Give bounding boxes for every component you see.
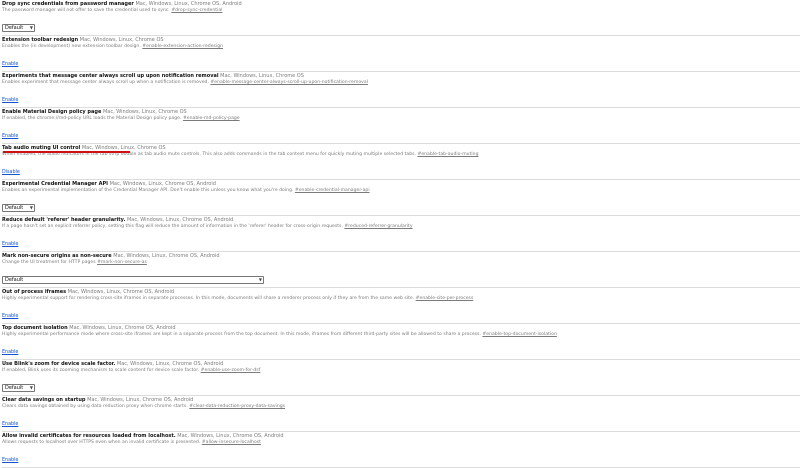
flag-platforms: Mac, Windows, Linux, Chrome OS, Android bbox=[177, 433, 284, 439]
flag-tab-audio-muting: Tab audio muting UI control Mac, Windows… bbox=[2, 144, 800, 180]
flag-platforms: Mac, Windows, Linux, Chrome OS, Android bbox=[109, 181, 216, 187]
flag-extension-action-redesign: Extension toolbar redesign Mac, Windows,… bbox=[2, 36, 800, 72]
flag-description: If enabled, the chrome://md-policy URL l… bbox=[2, 116, 182, 121]
flag-state-select[interactable]: Default ▼ bbox=[2, 276, 264, 284]
flag-title: Clear data savings on startup bbox=[2, 397, 86, 403]
enable-link[interactable]: Enable bbox=[2, 242, 18, 248]
flag-drop-sync-credential: Drop sync credentials from password mana… bbox=[2, 0, 800, 36]
flag-clear-data-savings: Clear data savings on startup Mac, Windo… bbox=[2, 396, 800, 432]
chevron-down-icon: ▼ bbox=[29, 25, 33, 30]
flag-site-per-process: Out of process iframes Mac, Windows, Lin… bbox=[2, 288, 800, 324]
flag-top-document-isolation: Top document isolation Mac, Windows, Lin… bbox=[2, 324, 800, 360]
flag-state-select[interactable]: Default ▼ bbox=[2, 204, 35, 212]
flag-message-center-scroll: Experiments that message center always s… bbox=[2, 72, 800, 108]
flag-tag-link[interactable]: #enable-message-center-always-scroll-up-… bbox=[210, 80, 368, 85]
highlight-underline bbox=[3, 151, 130, 153]
flag-state-select[interactable]: Default ▼ bbox=[2, 24, 35, 32]
flag-tag-link[interactable]: #enable-extension-action-redesign bbox=[142, 44, 223, 49]
flag-description: Highly experimental performance mode whe… bbox=[2, 332, 481, 337]
flag-tag-link[interactable]: #enable-credential-manager-api bbox=[295, 188, 370, 193]
flag-platforms: Mac, Windows, Linux, Chrome OS bbox=[79, 37, 164, 43]
enable-link[interactable]: Enable bbox=[2, 458, 18, 464]
flag-title: Enable Material Design policy page bbox=[2, 109, 102, 115]
flag-tag-link[interactable]: #allow-insecure-localhost bbox=[202, 440, 261, 445]
select-value: Default bbox=[5, 205, 24, 211]
flag-reduced-referrer: Reduce default 'referer' header granular… bbox=[2, 216, 800, 252]
enable-link[interactable]: Enable bbox=[2, 350, 18, 356]
flag-zoom-for-dsf: Use Blink's zoom for device scale factor… bbox=[2, 360, 800, 396]
flag-tag-link[interactable]: #enable-use-zoom-for-dsf bbox=[201, 368, 261, 373]
flag-platforms: Mac, Windows, Linux, Chrome OS bbox=[220, 73, 304, 79]
flag-title: Mark non-secure origins as non-secure bbox=[2, 253, 112, 259]
flag-title: Experiments that message center always s… bbox=[2, 73, 219, 79]
flag-tag-link[interactable]: #drop-sync-credential bbox=[171, 8, 222, 13]
flag-description: Enables an experimental implementation o… bbox=[2, 188, 294, 193]
flag-platforms: Mac, Windows, Linux, Chrome OS, Android bbox=[126, 217, 234, 223]
enable-link[interactable]: Enable bbox=[2, 134, 18, 140]
flag-description: If a page hasn't set an explicit referre… bbox=[2, 224, 343, 229]
flag-title: Extension toolbar redesign bbox=[2, 37, 79, 43]
select-value: Default bbox=[5, 25, 24, 31]
enable-link[interactable]: Enable bbox=[2, 62, 18, 68]
enable-link[interactable]: Enable bbox=[2, 422, 18, 428]
flag-description: Enables the (in development) new extensi… bbox=[2, 44, 141, 49]
enable-link[interactable]: Enable bbox=[2, 314, 18, 320]
chevron-down-icon: ▼ bbox=[29, 385, 33, 390]
flag-tag-link[interactable]: #reduced-referrer-granularity bbox=[344, 224, 412, 229]
chevron-down-icon: ▼ bbox=[29, 205, 33, 210]
flag-title: Use Blink's zoom for device scale factor… bbox=[2, 361, 116, 367]
flag-title: Reduce default 'referer' header granular… bbox=[2, 217, 126, 223]
disable-link[interactable]: Disable bbox=[2, 170, 20, 176]
flag-platforms: Mac, Windows, Linux, Chrome OS, Android bbox=[87, 397, 194, 403]
select-value: Default bbox=[5, 277, 24, 283]
flag-allow-insecure-localhost: Allow invalid certificates for resources… bbox=[2, 432, 800, 468]
flag-description: The password manager will not offer to s… bbox=[2, 8, 170, 13]
chevron-down-icon: ▼ bbox=[258, 277, 262, 282]
select-value: Default bbox=[5, 385, 24, 391]
flag-title: Top document isolation bbox=[2, 325, 68, 331]
flag-platforms: Mac, Windows, Linux, Chrome OS, Android bbox=[135, 1, 242, 7]
flag-state-select[interactable]: Default ▼ bbox=[2, 384, 35, 392]
flag-tag-link[interactable]: #enable-site-per-process bbox=[416, 296, 474, 301]
flag-description: Change the UI treatment for HTTP pages bbox=[2, 260, 96, 265]
flag-tag-link[interactable]: #clear-data-reduction-proxy-data-savings bbox=[189, 404, 285, 409]
flag-mark-non-secure: Mark non-secure origins as non-secure Ma… bbox=[2, 252, 800, 288]
flag-credential-manager-api: Experimental Credential Manager API Mac,… bbox=[2, 180, 800, 216]
flag-description: Enables experiment that message center a… bbox=[2, 80, 209, 85]
flag-description: If enabled, Blink uses its zooming mecha… bbox=[2, 368, 200, 373]
flag-platforms: Mac, Windows, Linux, Chrome OS, Android bbox=[116, 361, 224, 367]
flag-platforms: Mac, Windows, Linux, Chrome OS, Android bbox=[67, 289, 175, 295]
flags-list: Drop sync credentials from password mana… bbox=[0, 0, 800, 468]
flag-description: Highly experimental support for renderin… bbox=[2, 296, 415, 301]
flag-title: Out of process iframes bbox=[2, 289, 67, 295]
flag-tag-link[interactable]: #enable-md-policy-page bbox=[183, 116, 240, 121]
flag-title: Allow invalid certificates for resources… bbox=[2, 433, 176, 439]
flag-md-policy-page: Enable Material Design policy page Mac, … bbox=[2, 108, 800, 144]
flag-description: Allows requests to localhost over HTTPS … bbox=[2, 440, 201, 445]
flag-tag-link[interactable]: #enable-top-document-isolation bbox=[482, 332, 556, 337]
flag-tag-link[interactable]: #mark-non-secure-as bbox=[97, 260, 147, 265]
flag-platforms: Mac, Windows, Linux, Chrome OS, Android bbox=[69, 325, 176, 331]
flag-title: Experimental Credential Manager API bbox=[2, 181, 109, 187]
flag-platforms: Mac, Windows, Linux, Chrome OS, Android bbox=[113, 253, 220, 259]
flag-title: Drop sync credentials from password mana… bbox=[2, 1, 134, 7]
flag-platforms: Mac, Windows, Linux, Chrome OS bbox=[102, 109, 187, 115]
flag-tag-link[interactable]: #enable-tab-audio-muting bbox=[417, 152, 478, 157]
enable-link[interactable]: Enable bbox=[2, 98, 18, 104]
flag-description: Clears data savings obtained by using da… bbox=[2, 404, 188, 409]
